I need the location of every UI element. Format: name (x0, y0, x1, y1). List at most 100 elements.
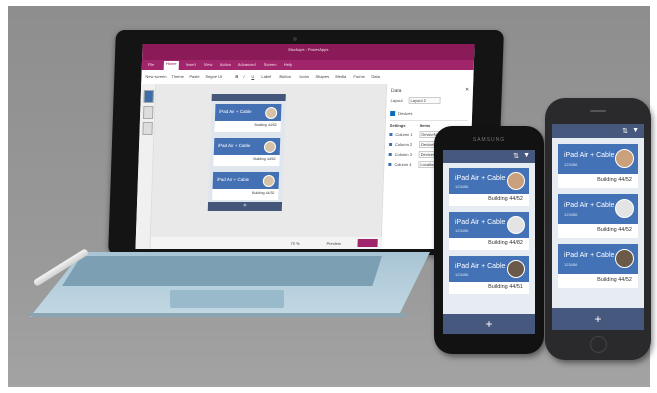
button-button[interactable]: Button (279, 74, 291, 79)
avatar (615, 249, 634, 268)
preview-label: Preview (326, 241, 341, 246)
layout-value: Layout 2 (410, 98, 427, 103)
forms-button[interactable]: Forms (353, 74, 365, 79)
status-bar: 70 % Preview (150, 237, 382, 249)
sort-icon[interactable]: ⇅ (622, 127, 628, 135)
item-building: Building 44/52 (597, 177, 632, 183)
checkbox[interactable] (389, 143, 393, 146)
tab-insert[interactable]: Insert (186, 62, 196, 67)
preview-button[interactable] (357, 239, 378, 247)
add-button[interactable]: + (552, 308, 644, 330)
item-building: Building 44/52 (597, 227, 632, 233)
item-title: iPad Air + Cable (564, 152, 615, 159)
item-title: iPad Air + Cable (217, 143, 251, 148)
sort-icon[interactable]: ⇅ (513, 152, 519, 160)
phone-screen: ⇅ ▼ iPad Air + Cable 123456 Building 44/… (443, 150, 535, 334)
font-select[interactable]: Segoe UI (205, 74, 222, 79)
close-icon[interactable]: ✕ (465, 87, 469, 93)
item-title: iPad Air + Cable (564, 202, 615, 209)
laptop-camera (293, 37, 297, 41)
list-item[interactable]: iPad Air + Cable 123456 Building 44/52 (449, 168, 529, 206)
item-title: iPad Air + Cable (219, 109, 252, 114)
filter-icon[interactable]: ▼ (523, 152, 530, 159)
filter-icon[interactable]: ▼ (632, 127, 639, 134)
settings-header: Settings (389, 123, 406, 128)
list-item[interactable]: iPad Air + Cable Building 44/52 (214, 104, 282, 132)
item-id: 123456 (564, 162, 578, 167)
design-canvas: iPad Air + Cable Building 44/52 iPad Air… (150, 84, 387, 249)
screen-thumbnail[interactable] (142, 106, 154, 119)
icons-button[interactable]: Icons (299, 74, 309, 79)
data-source[interactable]: Devices (398, 111, 412, 116)
phone-screen: ⇅ ▼ iPad Air + Cable 123456 Building 44/… (552, 124, 644, 330)
items-header: Items (419, 123, 431, 128)
item-building: Building 44/32 (252, 191, 275, 195)
list-item[interactable]: iPad Air + Cable 123456 Building 44/82 (449, 212, 529, 250)
pane-title: Data (390, 88, 402, 94)
new-screen-button[interactable]: New screen (145, 74, 166, 79)
field-label: Column 3 (394, 152, 412, 157)
item-building: Building 44/51 (488, 284, 523, 290)
zoom-level[interactable]: 70 % (291, 241, 300, 246)
avatar (615, 199, 634, 218)
list-item[interactable]: iPad Air + Cable 123456 Building 44/52 (558, 194, 638, 238)
laptop-screen: Mockups - PowerApps File Home Insert Vie… (135, 44, 475, 249)
tab-home[interactable]: Home (163, 61, 179, 70)
item-id: 123456 (564, 262, 578, 267)
tab-view[interactable]: View (204, 62, 213, 67)
tab-screen[interactable]: Screen (264, 62, 277, 67)
checkbox[interactable] (388, 153, 392, 156)
tab-help[interactable]: Help (284, 62, 292, 67)
item-building: Building 44/52 (597, 277, 632, 283)
item-title: iPad Air + Cable (455, 263, 506, 270)
item-title: iPad Air + Cable (455, 219, 506, 226)
phone-brand: SAMSUNG (472, 137, 506, 143)
data-button[interactable]: Data (371, 74, 380, 79)
screen-thumbnail[interactable] (143, 90, 154, 103)
item-title: iPad Air + Cable (216, 177, 250, 182)
add-button[interactable]: + (207, 202, 283, 211)
tab-advanced[interactable]: Advanced (238, 62, 256, 67)
list-item[interactable]: iPad Air + Cable Building 44/62 (213, 138, 281, 166)
list-item[interactable]: iPad Air + Cable 123456 Building 44/52 (558, 244, 638, 288)
shapes-button[interactable]: Shapes (315, 74, 329, 79)
app-header (211, 94, 286, 101)
media-button[interactable]: Media (335, 74, 346, 79)
item-title: iPad Air + Cable (564, 252, 615, 259)
tab-action[interactable]: Action (220, 62, 231, 67)
home-button[interactable] (590, 336, 607, 353)
avatar (507, 216, 525, 234)
window-title: Mockups - PowerApps (288, 47, 329, 52)
italic-button[interactable]: I (243, 74, 244, 79)
item-id: 123456 (455, 272, 469, 277)
paste-button[interactable]: Paste (189, 74, 199, 79)
list-item[interactable]: iPad Air + Cable 123456 Building 44/52 (558, 144, 638, 188)
bold-button[interactable]: B (235, 74, 238, 79)
item-building: Building 44/52 (488, 196, 523, 202)
field-label: Column 2 (394, 142, 413, 147)
item-title: iPad Air + Cable (455, 175, 506, 182)
theme-button[interactable]: Theme (171, 74, 184, 79)
underline-button[interactable]: U (251, 74, 254, 79)
field-label: Column 4 (394, 162, 412, 167)
add-button[interactable]: + (443, 314, 535, 334)
item-id: 123456 (455, 228, 469, 233)
avatar (507, 172, 525, 190)
checkbox[interactable] (388, 163, 392, 166)
phone-samsung: SAMSUNG ⇅ ▼ iPad Air + Cable 123456 Buil… (434, 126, 544, 354)
item-building: Building 44/82 (488, 240, 523, 246)
keyboard (62, 256, 382, 286)
list-item[interactable]: iPad Air + Cable 123456 Building 44/51 (449, 256, 529, 294)
app-preview[interactable]: iPad Air + Cable Building 44/52 iPad Air… (207, 94, 286, 211)
tab-file[interactable]: File (148, 62, 155, 67)
checkbox[interactable] (389, 133, 393, 136)
label-button[interactable]: Label (261, 74, 271, 79)
avatar (507, 260, 525, 278)
trackpad (170, 290, 284, 308)
screen-thumbnail[interactable] (142, 122, 153, 135)
title-bar: Mockups - PowerApps (142, 44, 475, 60)
field-label: Column 1 (395, 132, 413, 137)
list-item[interactable]: iPad Air + Cable Building 44/32 (212, 172, 280, 200)
laptop-edge (28, 313, 408, 317)
ribbon-toolbar: New screen Theme Paste Segoe UI B I U La… (141, 70, 474, 85)
